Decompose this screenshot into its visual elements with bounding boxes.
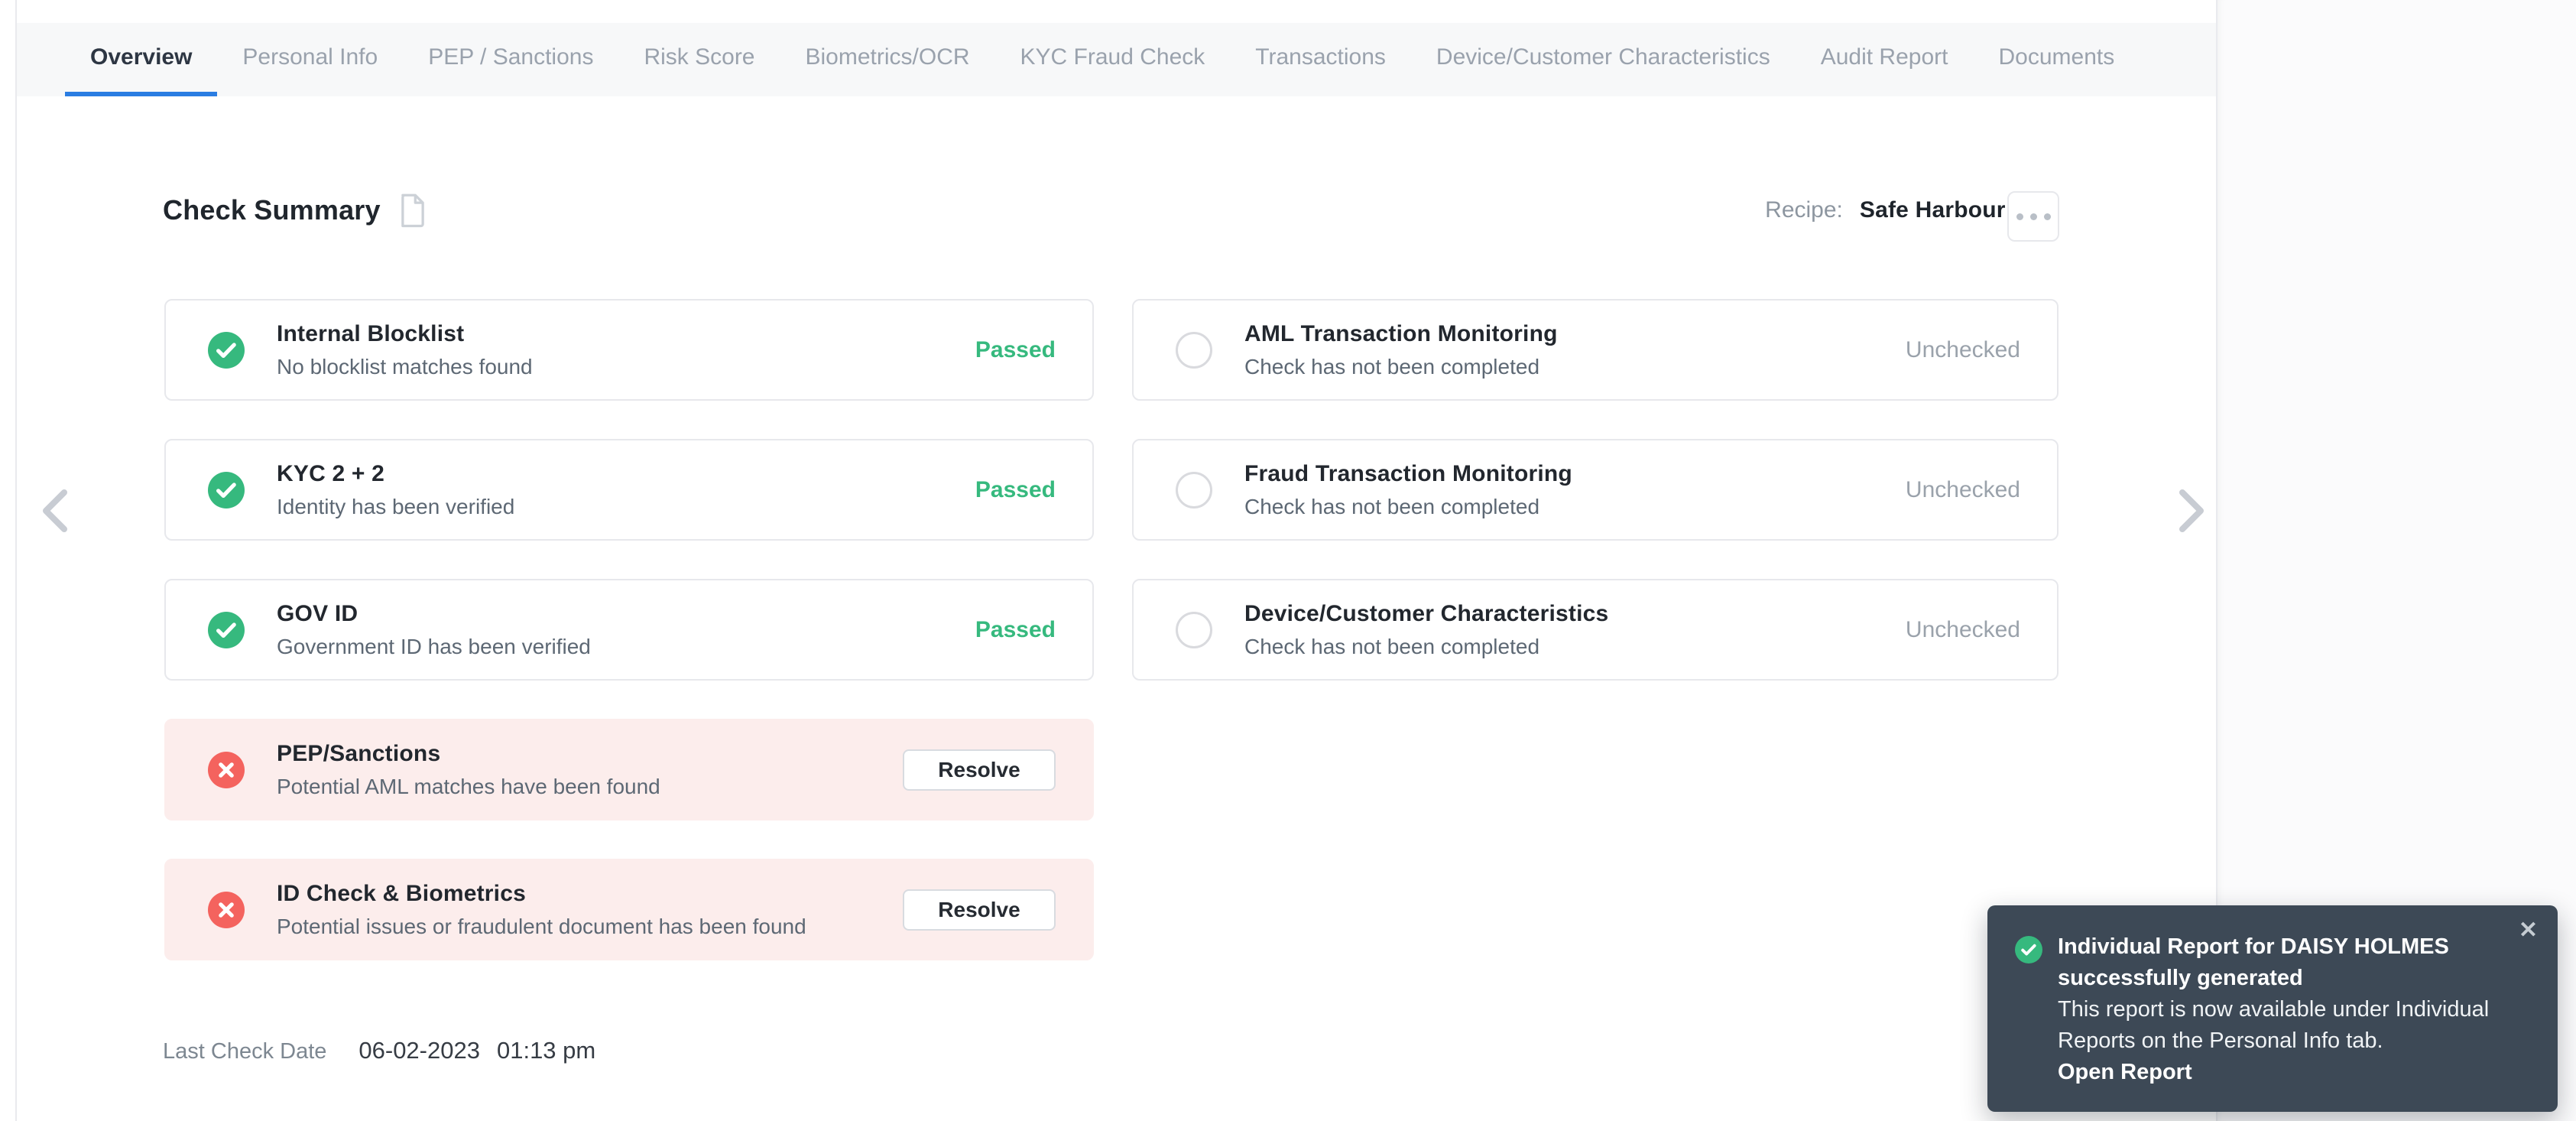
check-summary-grid: Internal Blocklist No blocklist matches … — [164, 299, 2059, 960]
check-card-pep-sanctions: PEP/Sanctions Potential AML matches have… — [164, 719, 1094, 820]
tab-device-customer-characteristics[interactable]: Device/Customer Characteristics — [1411, 23, 1796, 96]
check-name: KYC 2 + 2 — [277, 461, 514, 487]
check-card-kyc-2-2: KYC 2 + 2 Identity has been verified Pas… — [164, 439, 1094, 541]
status-badge: Unchecked — [1906, 477, 2020, 503]
more-options-button[interactable] — [2007, 191, 2059, 242]
tab-documents[interactable]: Documents — [1973, 23, 2140, 96]
check-passed-icon — [208, 472, 245, 509]
check-description: Potential issues or fraudulent document … — [277, 915, 806, 939]
check-name: Device/Customer Characteristics — [1244, 601, 1608, 627]
status-badge: Passed — [975, 337, 1056, 363]
check-name: PEP/Sanctions — [277, 741, 660, 767]
check-name: AML Transaction Monitoring — [1244, 321, 1558, 347]
check-column-right: AML Transaction Monitoring Check has not… — [1132, 299, 2059, 960]
toast-success-icon — [2015, 936, 2042, 963]
heading-row: Check Summary Recipe: Safe Harbour & ID — [163, 193, 2059, 228]
last-check-time: 01:13 pm — [497, 1037, 595, 1064]
report-generated-toast: ✕ Individual Report for DAISY HOLMES suc… — [1987, 905, 2558, 1112]
resolve-button[interactable]: Resolve — [903, 749, 1056, 791]
check-card-id-check-biometrics: ID Check & Biometrics Potential issues o… — [164, 859, 1094, 960]
check-unchecked-icon — [1176, 612, 1212, 648]
check-unchecked-icon — [1176, 332, 1212, 369]
last-check-date: 06-02-2023 — [358, 1037, 480, 1064]
tab-overview[interactable]: Overview — [65, 23, 217, 96]
toast-title-line-1: Individual Report for DAISY HOLMES — [2058, 931, 2501, 963]
tab-risk-score[interactable]: Risk Score — [618, 23, 780, 96]
status-badge: Unchecked — [1906, 337, 2020, 363]
check-name: GOV ID — [277, 601, 591, 627]
tab-audit-report[interactable]: Audit Report — [1796, 23, 1974, 96]
chevron-left-icon[interactable] — [38, 488, 72, 534]
tab-transactions[interactable]: Transactions — [1230, 23, 1411, 96]
check-name: Internal Blocklist — [277, 321, 533, 347]
page-title: Check Summary — [163, 194, 381, 226]
recipe-label: Recipe: — [1765, 197, 1843, 223]
status-badge: Passed — [975, 477, 1056, 503]
chevron-right-icon[interactable] — [2175, 488, 2208, 534]
check-description: Check has not been completed — [1244, 635, 1608, 659]
tab-pep-sanctions[interactable]: PEP / Sanctions — [403, 23, 618, 96]
check-description: Identity has been verified — [277, 495, 514, 519]
report-file-icon[interactable] — [397, 193, 428, 228]
check-description: No blocklist matches found — [277, 355, 533, 379]
tab-personal-info[interactable]: Personal Info — [217, 23, 403, 96]
check-name: Fraud Transaction Monitoring — [1244, 461, 1572, 487]
check-column-left: Internal Blocklist No blocklist matches … — [164, 299, 1094, 960]
check-description: Potential AML matches have been found — [277, 775, 660, 799]
resolve-button[interactable]: Resolve — [903, 889, 1056, 931]
toast-body-line-2: Reports on the Personal Info tab. — [2058, 1025, 2501, 1057]
check-name: ID Check & Biometrics — [277, 881, 806, 907]
check-passed-icon — [208, 332, 245, 369]
check-card-internal-blocklist: Internal Blocklist No blocklist matches … — [164, 299, 1094, 401]
check-description: Government ID has been verified — [277, 635, 591, 659]
check-passed-icon — [208, 612, 245, 648]
status-badge: Unchecked — [1906, 617, 2020, 643]
check-card-aml-transaction-monitoring: AML Transaction Monitoring Check has not… — [1132, 299, 2059, 401]
check-description: Check has not been completed — [1244, 495, 1572, 519]
check-description: Check has not been completed — [1244, 355, 1558, 379]
check-card-device-customer-characteristics: Device/Customer Characteristics Check ha… — [1132, 579, 2059, 681]
last-check-row: Last Check Date 06-02-2023 01:13 pm — [163, 1037, 595, 1064]
tab-kyc-fraud-check[interactable]: KYC Fraud Check — [995, 23, 1231, 96]
toast-title-line-2: successfully generated — [2058, 963, 2501, 994]
toast-close-icon[interactable]: ✕ — [2519, 919, 2538, 942]
check-unchecked-icon — [1176, 472, 1212, 509]
tab-biometrics-ocr[interactable]: Biometrics/OCR — [780, 23, 995, 96]
check-card-fraud-transaction-monitoring: Fraud Transaction Monitoring Check has n… — [1132, 439, 2059, 541]
toast-body-line-1: This report is now available under Indiv… — [2058, 994, 2501, 1025]
panel-left-divider — [15, 0, 17, 1121]
check-failed-icon — [208, 752, 245, 788]
toast-text: Individual Report for DAISY HOLMES succe… — [2058, 931, 2501, 1088]
check-card-gov-id: GOV ID Government ID has been verified P… — [164, 579, 1094, 681]
tab-bar: Overview Personal Info PEP / Sanctions R… — [17, 23, 2216, 96]
open-report-link[interactable]: Open Report — [2058, 1057, 2501, 1088]
check-failed-icon — [208, 892, 245, 928]
last-check-label: Last Check Date — [163, 1039, 326, 1064]
status-badge: Passed — [975, 617, 1056, 643]
